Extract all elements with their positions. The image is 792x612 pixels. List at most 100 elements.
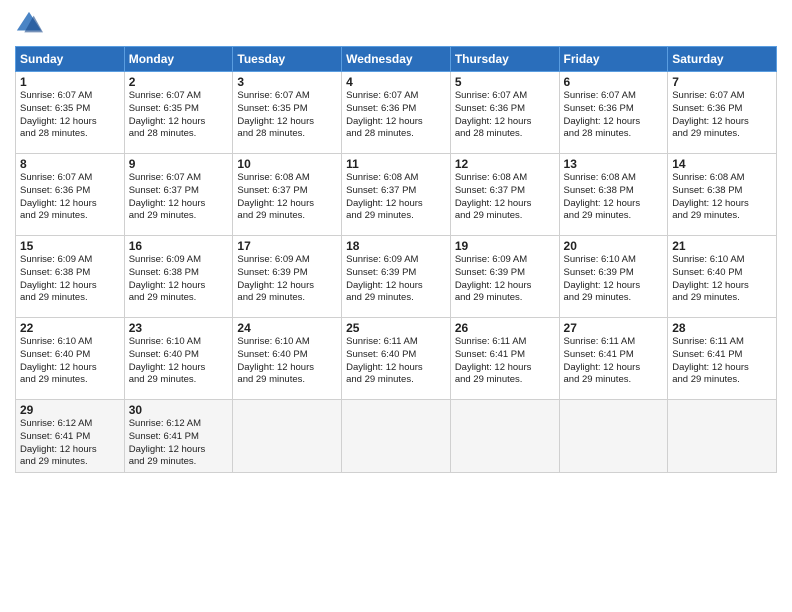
calendar-cell: 27Sunrise: 6:11 AM Sunset: 6:41 PM Dayli… <box>559 318 668 400</box>
day-info: Sunrise: 6:07 AM Sunset: 6:36 PM Dayligh… <box>672 90 772 141</box>
calendar-cell: 13Sunrise: 6:08 AM Sunset: 6:38 PM Dayli… <box>559 154 668 236</box>
day-info: Sunrise: 6:12 AM Sunset: 6:41 PM Dayligh… <box>20 418 120 469</box>
day-info: Sunrise: 6:09 AM Sunset: 6:38 PM Dayligh… <box>20 254 120 305</box>
day-info: Sunrise: 6:09 AM Sunset: 6:39 PM Dayligh… <box>455 254 555 305</box>
calendar-week-1: 1Sunrise: 6:07 AM Sunset: 6:35 PM Daylig… <box>16 72 777 154</box>
calendar-cell: 5Sunrise: 6:07 AM Sunset: 6:36 PM Daylig… <box>450 72 559 154</box>
weekday-header-monday: Monday <box>124 47 233 72</box>
calendar-cell: 25Sunrise: 6:11 AM Sunset: 6:40 PM Dayli… <box>342 318 451 400</box>
day-info: Sunrise: 6:08 AM Sunset: 6:38 PM Dayligh… <box>672 172 772 223</box>
day-number: 26 <box>455 321 555 335</box>
calendar-cell: 22Sunrise: 6:10 AM Sunset: 6:40 PM Dayli… <box>16 318 125 400</box>
calendar-cell: 3Sunrise: 6:07 AM Sunset: 6:35 PM Daylig… <box>233 72 342 154</box>
day-number: 12 <box>455 157 555 171</box>
day-number: 30 <box>129 403 229 417</box>
calendar-cell: 28Sunrise: 6:11 AM Sunset: 6:41 PM Dayli… <box>668 318 777 400</box>
day-number: 19 <box>455 239 555 253</box>
calendar-cell: 6Sunrise: 6:07 AM Sunset: 6:36 PM Daylig… <box>559 72 668 154</box>
day-number: 11 <box>346 157 446 171</box>
calendar-week-2: 8Sunrise: 6:07 AM Sunset: 6:36 PM Daylig… <box>16 154 777 236</box>
calendar-cell: 15Sunrise: 6:09 AM Sunset: 6:38 PM Dayli… <box>16 236 125 318</box>
calendar-cell: 30Sunrise: 6:12 AM Sunset: 6:41 PM Dayli… <box>124 400 233 473</box>
calendar-cell: 2Sunrise: 6:07 AM Sunset: 6:35 PM Daylig… <box>124 72 233 154</box>
day-number: 17 <box>237 239 337 253</box>
day-number: 13 <box>564 157 664 171</box>
weekday-header-tuesday: Tuesday <box>233 47 342 72</box>
logo <box>15 10 45 38</box>
calendar-cell: 4Sunrise: 6:07 AM Sunset: 6:36 PM Daylig… <box>342 72 451 154</box>
day-info: Sunrise: 6:09 AM Sunset: 6:38 PM Dayligh… <box>129 254 229 305</box>
day-info: Sunrise: 6:09 AM Sunset: 6:39 PM Dayligh… <box>237 254 337 305</box>
logo-icon <box>15 10 43 38</box>
day-info: Sunrise: 6:07 AM Sunset: 6:36 PM Dayligh… <box>564 90 664 141</box>
day-number: 15 <box>20 239 120 253</box>
calendar-cell: 29Sunrise: 6:12 AM Sunset: 6:41 PM Dayli… <box>16 400 125 473</box>
day-number: 23 <box>129 321 229 335</box>
calendar-cell: 24Sunrise: 6:10 AM Sunset: 6:40 PM Dayli… <box>233 318 342 400</box>
calendar-cell: 7Sunrise: 6:07 AM Sunset: 6:36 PM Daylig… <box>668 72 777 154</box>
calendar-cell: 19Sunrise: 6:09 AM Sunset: 6:39 PM Dayli… <box>450 236 559 318</box>
day-number: 10 <box>237 157 337 171</box>
calendar-cell: 9Sunrise: 6:07 AM Sunset: 6:37 PM Daylig… <box>124 154 233 236</box>
calendar-week-4: 22Sunrise: 6:10 AM Sunset: 6:40 PM Dayli… <box>16 318 777 400</box>
day-number: 28 <box>672 321 772 335</box>
weekday-header-thursday: Thursday <box>450 47 559 72</box>
day-info: Sunrise: 6:07 AM Sunset: 6:36 PM Dayligh… <box>20 172 120 223</box>
calendar-cell: 14Sunrise: 6:08 AM Sunset: 6:38 PM Dayli… <box>668 154 777 236</box>
day-info: Sunrise: 6:10 AM Sunset: 6:40 PM Dayligh… <box>20 336 120 387</box>
day-info: Sunrise: 6:09 AM Sunset: 6:39 PM Dayligh… <box>346 254 446 305</box>
day-number: 25 <box>346 321 446 335</box>
day-info: Sunrise: 6:07 AM Sunset: 6:35 PM Dayligh… <box>20 90 120 141</box>
day-number: 7 <box>672 75 772 89</box>
day-info: Sunrise: 6:11 AM Sunset: 6:41 PM Dayligh… <box>564 336 664 387</box>
day-info: Sunrise: 6:11 AM Sunset: 6:41 PM Dayligh… <box>672 336 772 387</box>
calendar-cell: 23Sunrise: 6:10 AM Sunset: 6:40 PM Dayli… <box>124 318 233 400</box>
day-number: 2 <box>129 75 229 89</box>
day-number: 9 <box>129 157 229 171</box>
day-number: 3 <box>237 75 337 89</box>
weekday-header-friday: Friday <box>559 47 668 72</box>
day-info: Sunrise: 6:12 AM Sunset: 6:41 PM Dayligh… <box>129 418 229 469</box>
calendar-week-3: 15Sunrise: 6:09 AM Sunset: 6:38 PM Dayli… <box>16 236 777 318</box>
calendar-cell <box>233 400 342 473</box>
calendar-cell: 17Sunrise: 6:09 AM Sunset: 6:39 PM Dayli… <box>233 236 342 318</box>
calendar-cell: 20Sunrise: 6:10 AM Sunset: 6:39 PM Dayli… <box>559 236 668 318</box>
calendar-cell <box>450 400 559 473</box>
calendar-cell: 1Sunrise: 6:07 AM Sunset: 6:35 PM Daylig… <box>16 72 125 154</box>
day-info: Sunrise: 6:08 AM Sunset: 6:37 PM Dayligh… <box>237 172 337 223</box>
calendar-cell <box>559 400 668 473</box>
calendar-week-5: 29Sunrise: 6:12 AM Sunset: 6:41 PM Dayli… <box>16 400 777 473</box>
day-number: 6 <box>564 75 664 89</box>
day-number: 29 <box>20 403 120 417</box>
calendar-cell: 16Sunrise: 6:09 AM Sunset: 6:38 PM Dayli… <box>124 236 233 318</box>
weekday-header-wednesday: Wednesday <box>342 47 451 72</box>
weekday-header-sunday: Sunday <box>16 47 125 72</box>
day-number: 1 <box>20 75 120 89</box>
calendar-header-row: SundayMondayTuesdayWednesdayThursdayFrid… <box>16 47 777 72</box>
day-number: 24 <box>237 321 337 335</box>
day-number: 4 <box>346 75 446 89</box>
day-info: Sunrise: 6:08 AM Sunset: 6:37 PM Dayligh… <box>346 172 446 223</box>
day-number: 22 <box>20 321 120 335</box>
day-number: 21 <box>672 239 772 253</box>
calendar-cell: 18Sunrise: 6:09 AM Sunset: 6:39 PM Dayli… <box>342 236 451 318</box>
calendar-cell: 12Sunrise: 6:08 AM Sunset: 6:37 PM Dayli… <box>450 154 559 236</box>
calendar-cell: 11Sunrise: 6:08 AM Sunset: 6:37 PM Dayli… <box>342 154 451 236</box>
calendar-cell: 10Sunrise: 6:08 AM Sunset: 6:37 PM Dayli… <box>233 154 342 236</box>
day-number: 16 <box>129 239 229 253</box>
weekday-header-saturday: Saturday <box>668 47 777 72</box>
calendar-table: SundayMondayTuesdayWednesdayThursdayFrid… <box>15 46 777 473</box>
day-number: 27 <box>564 321 664 335</box>
day-number: 20 <box>564 239 664 253</box>
day-number: 14 <box>672 157 772 171</box>
day-info: Sunrise: 6:07 AM Sunset: 6:36 PM Dayligh… <box>346 90 446 141</box>
day-info: Sunrise: 6:07 AM Sunset: 6:37 PM Dayligh… <box>129 172 229 223</box>
day-info: Sunrise: 6:10 AM Sunset: 6:40 PM Dayligh… <box>129 336 229 387</box>
day-info: Sunrise: 6:11 AM Sunset: 6:40 PM Dayligh… <box>346 336 446 387</box>
day-info: Sunrise: 6:07 AM Sunset: 6:35 PM Dayligh… <box>129 90 229 141</box>
calendar-cell: 21Sunrise: 6:10 AM Sunset: 6:40 PM Dayli… <box>668 236 777 318</box>
day-number: 5 <box>455 75 555 89</box>
calendar-cell <box>342 400 451 473</box>
day-info: Sunrise: 6:08 AM Sunset: 6:38 PM Dayligh… <box>564 172 664 223</box>
page: SundayMondayTuesdayWednesdayThursdayFrid… <box>0 0 792 612</box>
